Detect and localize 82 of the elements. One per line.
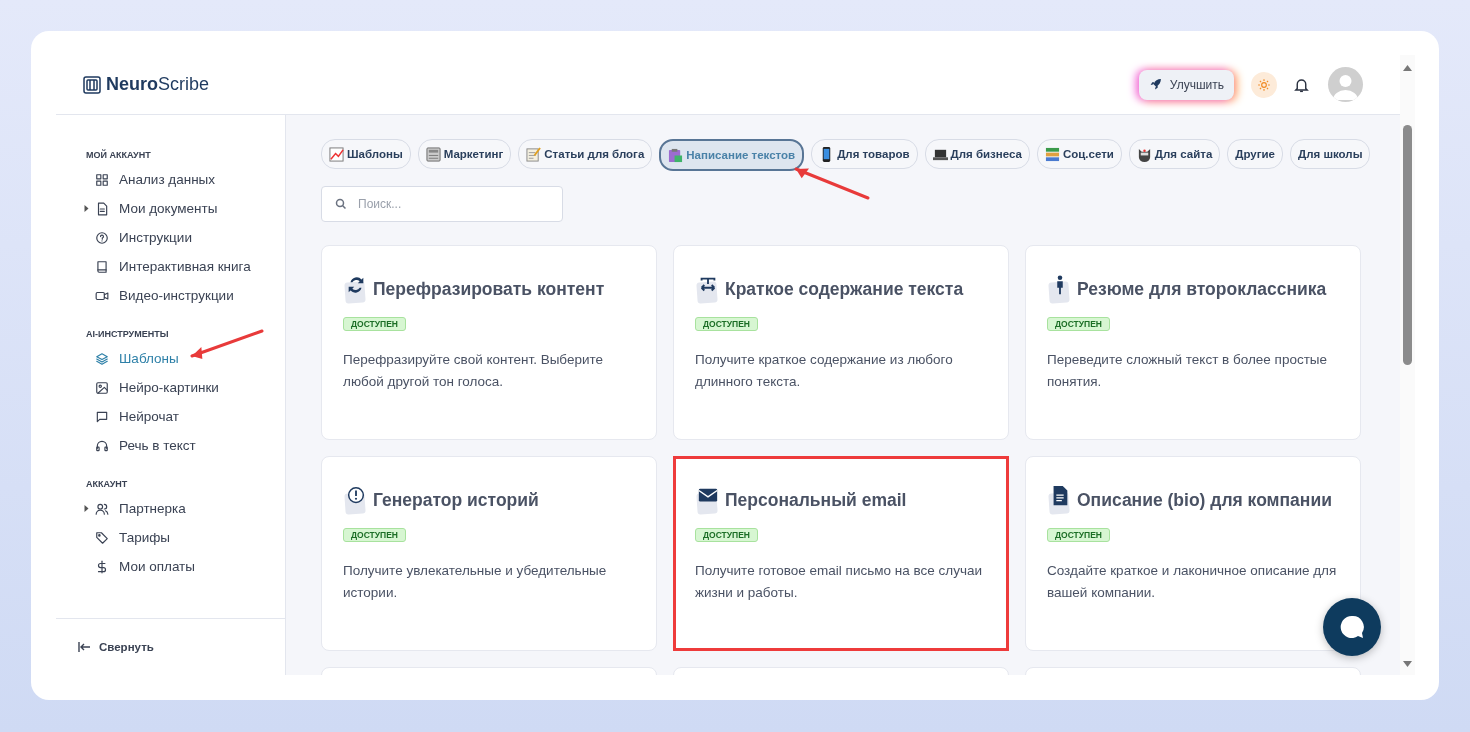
template-card[interactable]: Краткое содержание текста ДОСТУПЕН Получите краткое содержание из любого длинного текста. — [673, 245, 1009, 440]
status-badge: ДОСТУПЕН — [343, 528, 406, 542]
sidebar-item[interactable]: Инструкции — [86, 223, 285, 252]
card-description: Получите увлекательные и убедительные истории. — [343, 562, 608, 602]
template-card[interactable]: Персональный email ДОСТУПЕН Получите готовое email письмо на все случаи жизни и работы. — [673, 456, 1009, 651]
scroll-up-icon[interactable] — [1403, 65, 1412, 71]
dollar-icon — [95, 559, 109, 574]
chat-icon — [95, 409, 109, 424]
template-card[interactable]: Генератор историй ДОСТУПЕН Получите увлекательные и убедительные истории. — [321, 456, 657, 651]
mask-icon — [1136, 146, 1152, 162]
card-description: Получите краткое содержание из любого длинного текста. — [695, 351, 954, 391]
logo-icon — [83, 75, 101, 94]
section-heading: AI-ИНСТРУМЕНТЫ — [86, 328, 170, 341]
users-icon — [95, 501, 109, 516]
caret-icon — [83, 205, 90, 212]
sidebar-item[interactable]: Видео-инструкции — [86, 281, 285, 310]
books-icon — [1044, 146, 1060, 162]
newspaper-icon — [425, 146, 441, 162]
logo-text: NeuroScribe — [106, 74, 210, 95]
sidebar-item[interactable]: Нейро-картинки — [86, 373, 285, 402]
card-title: Резюме для второклассника — [1077, 278, 1327, 300]
sidebar-item[interactable]: Партнерка — [86, 494, 285, 523]
book-icon — [95, 259, 109, 274]
status-badge: ДОСТУПЕН — [695, 317, 758, 331]
document-icon — [95, 201, 109, 216]
category-chip[interactable]: Для сайта — [1128, 139, 1221, 169]
status-badge: ДОСТУПЕН — [695, 528, 758, 542]
template-card[interactable]: Перефразировать контент ДОСТУПЕН Перефразируйте свой контент. Выберите любой другой тон голоса. — [321, 245, 657, 440]
template-card[interactable]: Резюме для второклассника ДОСТУПЕН Переведите сложный текст в более простые понятия. — [1025, 245, 1361, 440]
template-card[interactable]: Описание (bio) для компании ДОСТУПЕН Создайте краткое и лаконичное описание для вашей компании. — [1025, 456, 1361, 651]
section-heading: МОЙ АККАУНТ — [86, 148, 152, 162]
status-badge: ДОСТУПЕН — [1047, 317, 1110, 331]
category-chip[interactable]: Статьи для блога — [518, 139, 653, 169]
category-chip[interactable]: Для школы — [1290, 139, 1371, 169]
card-description: Создайте краткое и лаконичное описание для вашей компании. — [1047, 562, 1338, 602]
collapse-button[interactable]: Свернуть — [56, 618, 285, 675]
card-title: Перефразировать контент — [373, 278, 605, 300]
status-badge: ДОСТУПЕН — [343, 317, 406, 331]
clipboard-icon — [668, 147, 684, 163]
card-title: Описание (bio) для компании — [1077, 489, 1332, 511]
chart-icon — [329, 146, 344, 162]
grid-icon — [95, 172, 109, 187]
sun-icon — [1257, 77, 1271, 92]
sidebar-item[interactable]: Шаблоны — [86, 344, 285, 373]
card-title: Персональный email — [725, 489, 907, 511]
theme-toggle[interactable] — [1251, 71, 1277, 98]
category-chip[interactable]: Соц.сети — [1036, 139, 1122, 169]
help-icon — [95, 230, 109, 245]
card-description: Перефразируйте свой контент. Выберите любой другой тон голоса. — [343, 351, 605, 391]
card-title: Краткое содержание текста — [725, 278, 964, 300]
rocket-icon — [1148, 78, 1162, 91]
scrollbar-thumb[interactable] — [1403, 125, 1412, 365]
category-chip[interactable]: Шаблоны — [321, 139, 411, 169]
collapse-icon — [78, 642, 91, 652]
scrollbar[interactable] — [1400, 55, 1415, 675]
scroll-down-icon[interactable] — [1403, 661, 1412, 667]
category-chip[interactable]: Для бизнеса — [924, 139, 1030, 169]
category-chip[interactable]: Другие — [1227, 139, 1283, 169]
card-description: Получите готовое email письмо на все случаи жизни и работы. — [695, 562, 983, 602]
card-title: Генератор историй — [373, 489, 539, 511]
card-description: Переведите сложный текст в более простые понятия. — [1047, 351, 1329, 391]
sidebar-item[interactable]: Тарифы — [86, 523, 285, 552]
upgrade-button[interactable]: Улучшить — [1138, 69, 1234, 100]
chat-bubble-icon — [1339, 614, 1365, 640]
category-chip[interactable]: Маркетинг — [417, 139, 512, 169]
caret-icon — [83, 505, 90, 512]
status-badge: ДОСТУПЕН — [1047, 528, 1110, 542]
headphones-icon — [95, 438, 109, 453]
chat-button[interactable] — [1323, 598, 1381, 656]
sidebar-item[interactable]: Нейрочат — [86, 402, 285, 431]
category-chip[interactable]: Для товаров — [811, 139, 918, 169]
sidebar-item[interactable]: Мои документы — [86, 194, 285, 223]
image-icon — [95, 380, 109, 395]
search-field[interactable]: Поиск... — [321, 186, 563, 222]
layers-icon — [95, 351, 109, 366]
memo-icon — [526, 146, 542, 162]
tag-icon — [95, 530, 109, 545]
sidebar-item[interactable]: Речь в текст — [86, 431, 285, 460]
sidebar-item[interactable]: Мои оплаты — [86, 552, 285, 581]
section-heading: АККАУНТ — [86, 478, 129, 491]
sidebar-item[interactable]: Интерактивная книга — [86, 252, 285, 281]
sidebar-item[interactable]: Анализ данных — [86, 165, 285, 194]
